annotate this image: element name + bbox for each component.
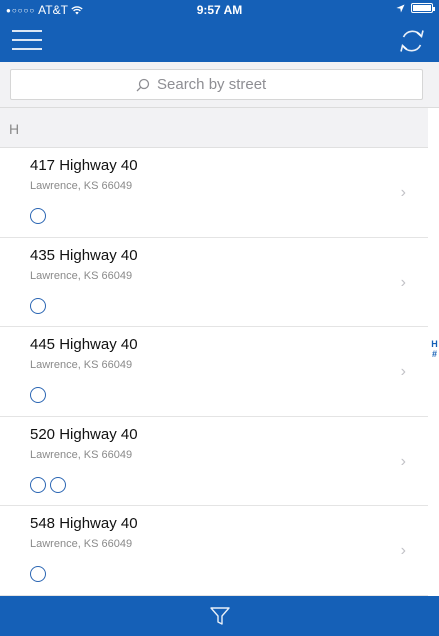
location-arrow-icon (396, 3, 405, 13)
footer-bar (0, 596, 439, 636)
menu-button[interactable] (12, 28, 42, 52)
status-circles (30, 208, 46, 224)
circle-icon (30, 566, 46, 582)
circle-icon (30, 208, 46, 224)
search-icon (136, 78, 150, 91)
search-area (0, 62, 439, 108)
chevron-right-icon: › (400, 542, 406, 559)
section-header: H (0, 108, 428, 148)
address-street: 417 Highway 40 (30, 157, 138, 174)
index-letter[interactable]: # (430, 349, 439, 359)
chevron-right-icon: › (400, 273, 406, 291)
address-city: Lawrence, KS 66049 (30, 180, 133, 192)
address-street: 520 Highway 40 (30, 425, 138, 443)
address-city: Lawrence, KS 66049 (30, 538, 133, 550)
status-circles (30, 476, 66, 493)
status-circles (30, 566, 46, 582)
battery-icon (411, 3, 435, 13)
circle-icon (30, 387, 46, 403)
filter-icon (209, 607, 230, 625)
section-index-bar[interactable]: H # (430, 339, 439, 359)
address-list: 417 Highway 40 Lawrence, KS 66049 › 435 Hig… (0, 148, 428, 596)
list-item[interactable]: 445 Highway 40 Lawrence, KS 66049 › (0, 327, 428, 417)
list-item[interactable]: 435 Highway 40 Lawrence, KS 66049 › (0, 238, 428, 327)
circle-icon (50, 476, 66, 493)
app-header: ●○○○○ AT&T 9:57 AM (0, 0, 439, 62)
chevron-right-icon: › (400, 363, 406, 380)
search-input[interactable] (157, 76, 297, 93)
status-time: 9:57 AM (196, 3, 243, 17)
status-circles (30, 387, 46, 403)
list-item[interactable]: 520 Highway 40 Lawrence, KS 66049 › (0, 417, 428, 506)
address-city: Lawrence, KS 66049 (30, 359, 133, 371)
chevron-right-icon: › (400, 184, 406, 201)
search-box[interactable] (10, 69, 423, 100)
status-circles (30, 297, 46, 314)
list-item[interactable]: 548 Highway 40 Lawrence, KS 66049 › (0, 506, 428, 596)
address-city: Lawrence, KS 66049 (30, 448, 133, 461)
address-street: 548 Highway 40 (30, 515, 138, 532)
chevron-right-icon: › (400, 452, 406, 470)
refresh-button[interactable] (397, 26, 427, 56)
address-street: 435 Highway 40 (30, 246, 138, 264)
circle-icon (30, 297, 46, 314)
address-city: Lawrence, KS 66049 (30, 269, 133, 282)
refresh-icon (400, 30, 424, 52)
index-letter[interactable]: H (430, 339, 439, 349)
address-street: 445 Highway 40 (30, 336, 138, 353)
status-right (396, 3, 435, 13)
filter-button[interactable] (205, 601, 235, 631)
circle-icon (30, 476, 46, 493)
hamburger-menu-icon (12, 48, 42, 50)
list-item[interactable]: 417 Highway 40 Lawrence, KS 66049 › (0, 148, 428, 238)
hamburger-menu-icon (12, 39, 42, 41)
status-bar: ●○○○○ AT&T 9:57 AM (0, 0, 439, 18)
hamburger-menu-icon (12, 30, 42, 32)
